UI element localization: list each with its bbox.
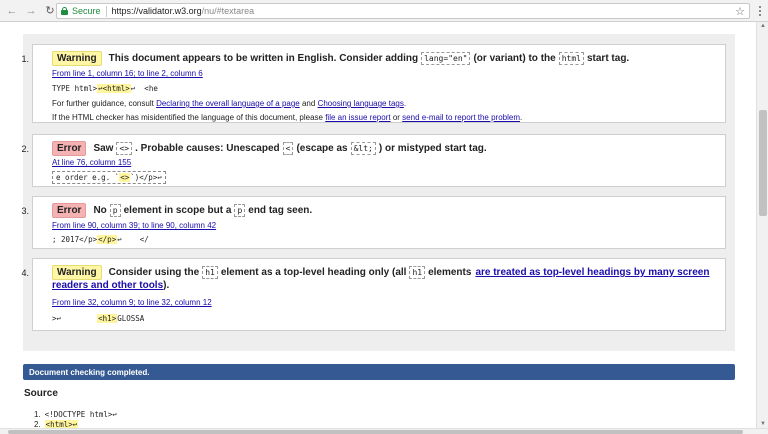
url-path: /nu/#textarea [201, 6, 255, 16]
url-host: https://validator.w3.org [111, 6, 202, 16]
arrow-right-icon[interactable]: → [24, 4, 38, 18]
code-extract: ; 2017</p></p>↩ </ [52, 235, 149, 244]
source-code: <html>↩ [44, 420, 79, 428]
source-code: <!DOCTYPE html>↩ [44, 410, 117, 419]
status-bar: Document checking completed. [23, 364, 735, 380]
message-heading: Warning This document appears to be writ… [52, 51, 629, 66]
message-item: 3. Error No p element in scope but a p e… [21, 196, 726, 249]
message-item: 4. Warning Consider using the h1 element… [21, 258, 726, 331]
code-snippet: p [109, 204, 121, 217]
browser-menu-icon[interactable] [754, 4, 766, 18]
message-number: 2. [21, 144, 29, 154]
location-link[interactable]: From line 1, column 16; to line 2, colum… [52, 69, 203, 78]
issue-report-link[interactable]: file an issue report [325, 113, 390, 122]
message-text: ) or mistyped start tag. [378, 143, 487, 154]
source-heading: Source [24, 388, 58, 399]
message-text: This document appears to be written in E… [108, 53, 419, 64]
message-item: 1. Warning This document appears to be w… [21, 44, 726, 123]
lock-icon [61, 7, 68, 15]
message-text: (escape as [296, 143, 348, 154]
page-content: 1. Warning This document appears to be w… [0, 22, 756, 428]
message-number: 3. [21, 206, 29, 216]
error-badge: Error [52, 203, 87, 218]
message-text: element in scope but a [123, 205, 232, 216]
arrow-left-icon[interactable]: ← [5, 4, 19, 18]
horizontal-scroll-thumb[interactable] [8, 430, 743, 434]
language-declaration-link[interactable]: Declaring the overall language of a page [156, 99, 300, 108]
message-text: (or variant) to the [473, 53, 556, 64]
message-text: end tag seen. [248, 205, 313, 216]
message-heading: Warning Consider using the h1 element as… [52, 265, 709, 280]
screen-readers-link[interactable]: readers and other tools [52, 280, 163, 291]
browser-toolbar: ← → ↻ Secure https://validator.w3.org/nu… [0, 0, 768, 22]
message-text: start tag. [586, 53, 630, 64]
message-number: 4. [21, 268, 29, 278]
highlighted-code: </p> [97, 235, 118, 244]
url-text[interactable]: https://validator.w3.org/nu/#textarea [112, 6, 255, 16]
message-text: Saw [93, 143, 114, 154]
code-snippet: h1 [202, 266, 218, 279]
message-number: 1. [21, 54, 29, 64]
code-extract: TYPE html>↩<html>↩ <he [52, 84, 158, 93]
divider [105, 5, 107, 17]
message-text: element as a top-level heading only (all [220, 267, 407, 278]
message-heading: Error Saw <> . Probable causes: Unescape… [52, 141, 487, 156]
code-snippet: p [234, 204, 246, 217]
results-panel: 1. Warning This document appears to be w… [21, 34, 735, 351]
code-snippet: lang="en" [421, 52, 471, 65]
scroll-up-icon[interactable]: ▲ [759, 23, 767, 29]
location-link[interactable]: From line 32, column 9; to line 32, colu… [52, 298, 212, 307]
message-heading: Error No p element in scope but a p end … [52, 203, 312, 218]
message-text: Consider using the [108, 267, 200, 278]
message-text: No [93, 205, 107, 216]
horizontal-scrollbar[interactable] [0, 428, 768, 434]
highlighted-code: <h1> [97, 314, 118, 323]
message-heading-continued: readers and other tools). [52, 280, 169, 291]
warning-badge: Warning [52, 51, 102, 66]
code-snippet: h1 [409, 266, 426, 279]
email-report-link[interactable]: send e-mail to report the problem [402, 113, 520, 122]
warning-badge: Warning [52, 265, 102, 280]
location-link[interactable]: At line 76, column 155 [52, 158, 131, 167]
code-snippet: &lt; [350, 142, 376, 155]
vertical-scroll-thumb[interactable] [759, 110, 767, 216]
scroll-down-icon[interactable]: ▼ [759, 421, 767, 427]
source-line: 1. <!DOCTYPE html>↩ [34, 410, 117, 419]
address-bar[interactable]: Secure https://validator.w3.org/nu/#text… [56, 3, 750, 19]
code-snippet: html [558, 52, 584, 65]
code-snippet: <> [116, 142, 133, 155]
message-text: ). [163, 280, 170, 291]
message-item: 2. Error Saw <> . Probable causes: Unesc… [21, 134, 726, 187]
code-snippet: < [282, 142, 294, 155]
code-extract: >↩ <h1>GLOSSA [52, 314, 145, 323]
error-badge: Error [52, 141, 87, 156]
guidance-text: For further guidance, consult Declaring … [52, 99, 407, 108]
code-extract: e order e.g. `<>`)</p>↩ [52, 171, 166, 184]
misidentified-text: If the HTML checker has misidentified th… [52, 113, 523, 122]
highlighted-code: <> [119, 173, 131, 182]
message-text: . Probable causes: Unescaped [135, 143, 280, 154]
reload-icon[interactable]: ↻ [43, 4, 57, 18]
line-number: 2. [34, 420, 41, 428]
line-number: 1. [34, 410, 41, 419]
vertical-scrollbar[interactable]: ▲ ▼ [756, 22, 768, 428]
message-text: elements [428, 267, 472, 278]
screen-readers-link[interactable]: are treated as top-level headings by man… [475, 267, 709, 278]
source-line: 2. <html>↩ [34, 420, 79, 428]
bookmark-star-icon[interactable]: ☆ [735, 5, 745, 18]
language-tags-link[interactable]: Choosing language tags [318, 99, 404, 108]
location-link[interactable]: From line 90, column 39; to line 90, col… [52, 221, 216, 230]
secure-label: Secure [72, 6, 101, 16]
highlighted-code: ↩<html> [97, 84, 131, 93]
